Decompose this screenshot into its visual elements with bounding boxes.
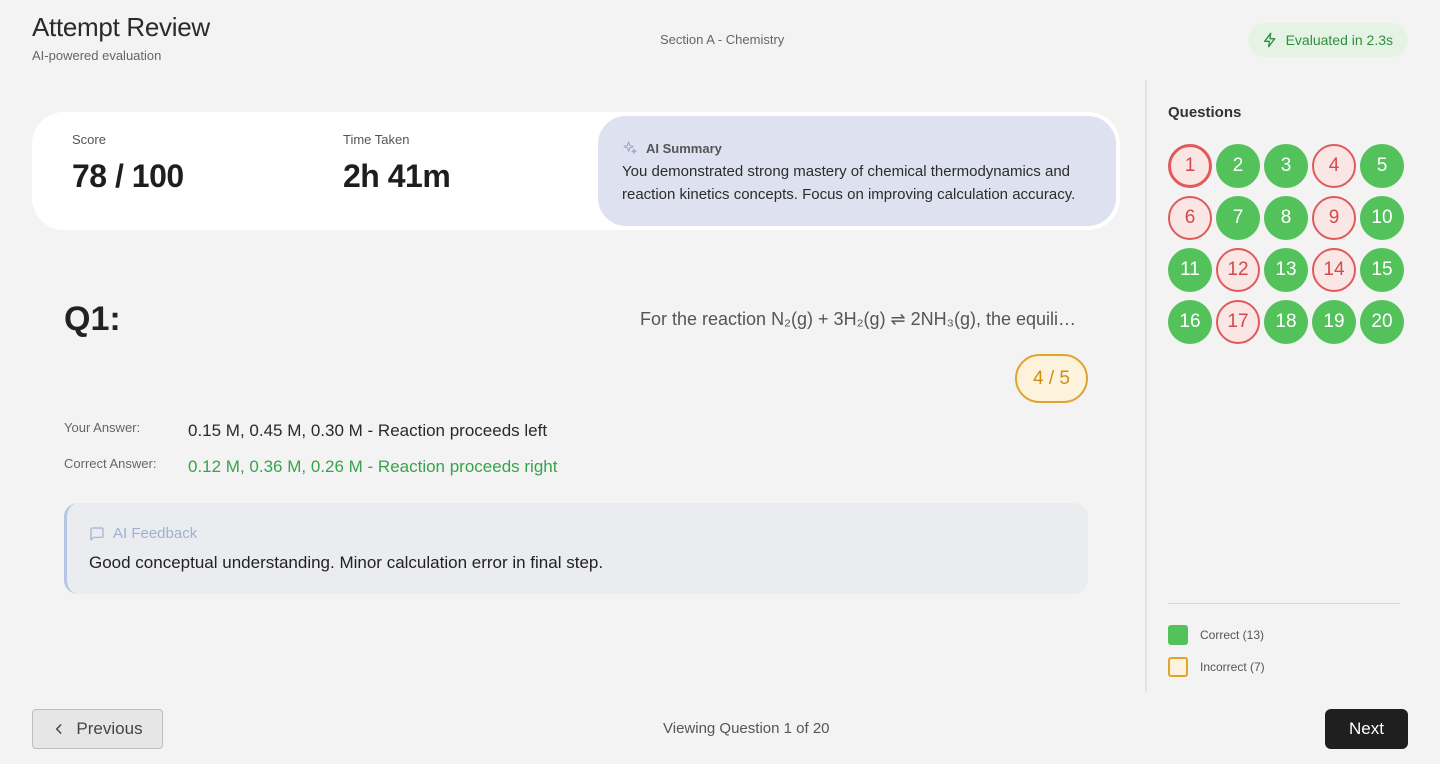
previous-label: Previous: [76, 719, 143, 738]
question-nav-3[interactable]: 3: [1264, 144, 1308, 188]
feedback-title: AI Feedback: [113, 525, 198, 542]
ai-summary-title: AI Summary: [646, 140, 722, 156]
viewing-status: Viewing Question 1 of 20: [663, 720, 830, 737]
question-nav-2[interactable]: 2: [1216, 144, 1260, 188]
page-title: Attempt Review: [32, 12, 210, 42]
previous-button[interactable]: Previous: [32, 709, 163, 749]
evaluated-badge: Evaluated in 2.3s: [1247, 23, 1408, 57]
question-nav-4[interactable]: 4: [1312, 144, 1356, 188]
question-nav-16[interactable]: 16: [1168, 300, 1212, 344]
question-number: Q1:: [64, 300, 121, 338]
legend-divider: [1168, 603, 1400, 604]
question-nav-1[interactable]: 1: [1168, 144, 1212, 188]
question-nav-18[interactable]: 18: [1264, 300, 1308, 344]
legend-correct-label: Correct (13): [1200, 628, 1265, 642]
feedback-text: Good conceptual understanding. Minor cal…: [89, 553, 604, 572]
question-nav-17[interactable]: 17: [1216, 300, 1260, 344]
question-nav-11[interactable]: 11: [1168, 248, 1212, 292]
question-nav-6[interactable]: 6: [1168, 196, 1212, 240]
legend-incorrect-swatch: [1168, 657, 1188, 677]
panel-divider: [1145, 80, 1147, 692]
correct-answer-value: 0.12 M, 0.36 M, 0.26 M - Reaction procee…: [188, 457, 558, 476]
question-nav-13[interactable]: 13: [1264, 248, 1308, 292]
legend-incorrect-label: Incorrect (7): [1200, 660, 1265, 674]
chevron-left-icon: [56, 724, 62, 734]
legend-correct-swatch: [1168, 625, 1188, 645]
lightning-icon: [1263, 32, 1275, 48]
correct-answer-label: Correct Answer:: [64, 456, 157, 471]
your-answer-value: 0.15 M, 0.45 M, 0.30 M - Reaction procee…: [188, 421, 548, 440]
sparkles-icon: [623, 141, 637, 154]
message-square-icon: [90, 526, 104, 541]
score-value: 78 / 100: [72, 158, 184, 194]
ai-summary: AI Summary You demonstrated strong maste…: [598, 116, 1116, 226]
legend-incorrect: Incorrect (7): [1168, 657, 1265, 677]
question-nav-20[interactable]: 20: [1360, 300, 1404, 344]
your-answer-label: Your Answer:: [64, 420, 141, 435]
questions-panel-title: Questions: [1168, 104, 1242, 121]
page-subtitle: AI-powered evaluation: [32, 48, 162, 63]
question-nav-15[interactable]: 15: [1360, 248, 1404, 292]
next-button[interactable]: Next: [1325, 709, 1408, 749]
question-nav-5[interactable]: 5: [1360, 144, 1404, 188]
ai-feedback: AI Feedback Good conceptual understandin…: [64, 503, 1088, 594]
question-nav-8[interactable]: 8: [1264, 196, 1308, 240]
question-nav-7[interactable]: 7: [1216, 196, 1260, 240]
summary-card: Score 78 / 100 Time Taken 2h 41m AI Summ…: [32, 112, 1120, 230]
question-nav-14[interactable]: 14: [1312, 248, 1356, 292]
question-text: For the reaction N₂(g) + 3H₂(g) ⇌ 2NH₃(g…: [640, 309, 1080, 329]
time-label: Time Taken: [343, 132, 410, 147]
question-grid: 1 2 3 4 5 6 7 8 9 10 11 12 13 14 15 16 17 18 19 20: [1168, 144, 1408, 344]
section-label: Section A - Chemistry: [660, 32, 785, 47]
question-nav-19[interactable]: 19: [1312, 300, 1356, 344]
ai-summary-text: You demonstrated strong mastery of chemi…: [622, 163, 1076, 203]
evaluated-text: Evaluated in 2.3s: [1285, 32, 1393, 48]
legend-correct: Correct (13): [1168, 625, 1264, 645]
question-nav-10[interactable]: 10: [1360, 196, 1404, 240]
question-nav-9[interactable]: 9: [1312, 196, 1356, 240]
question-score-badge: 4 / 5: [1015, 354, 1088, 403]
time-value: 2h 41m: [343, 158, 451, 194]
question-nav-12[interactable]: 12: [1216, 248, 1260, 292]
score-label: Score: [72, 132, 106, 147]
